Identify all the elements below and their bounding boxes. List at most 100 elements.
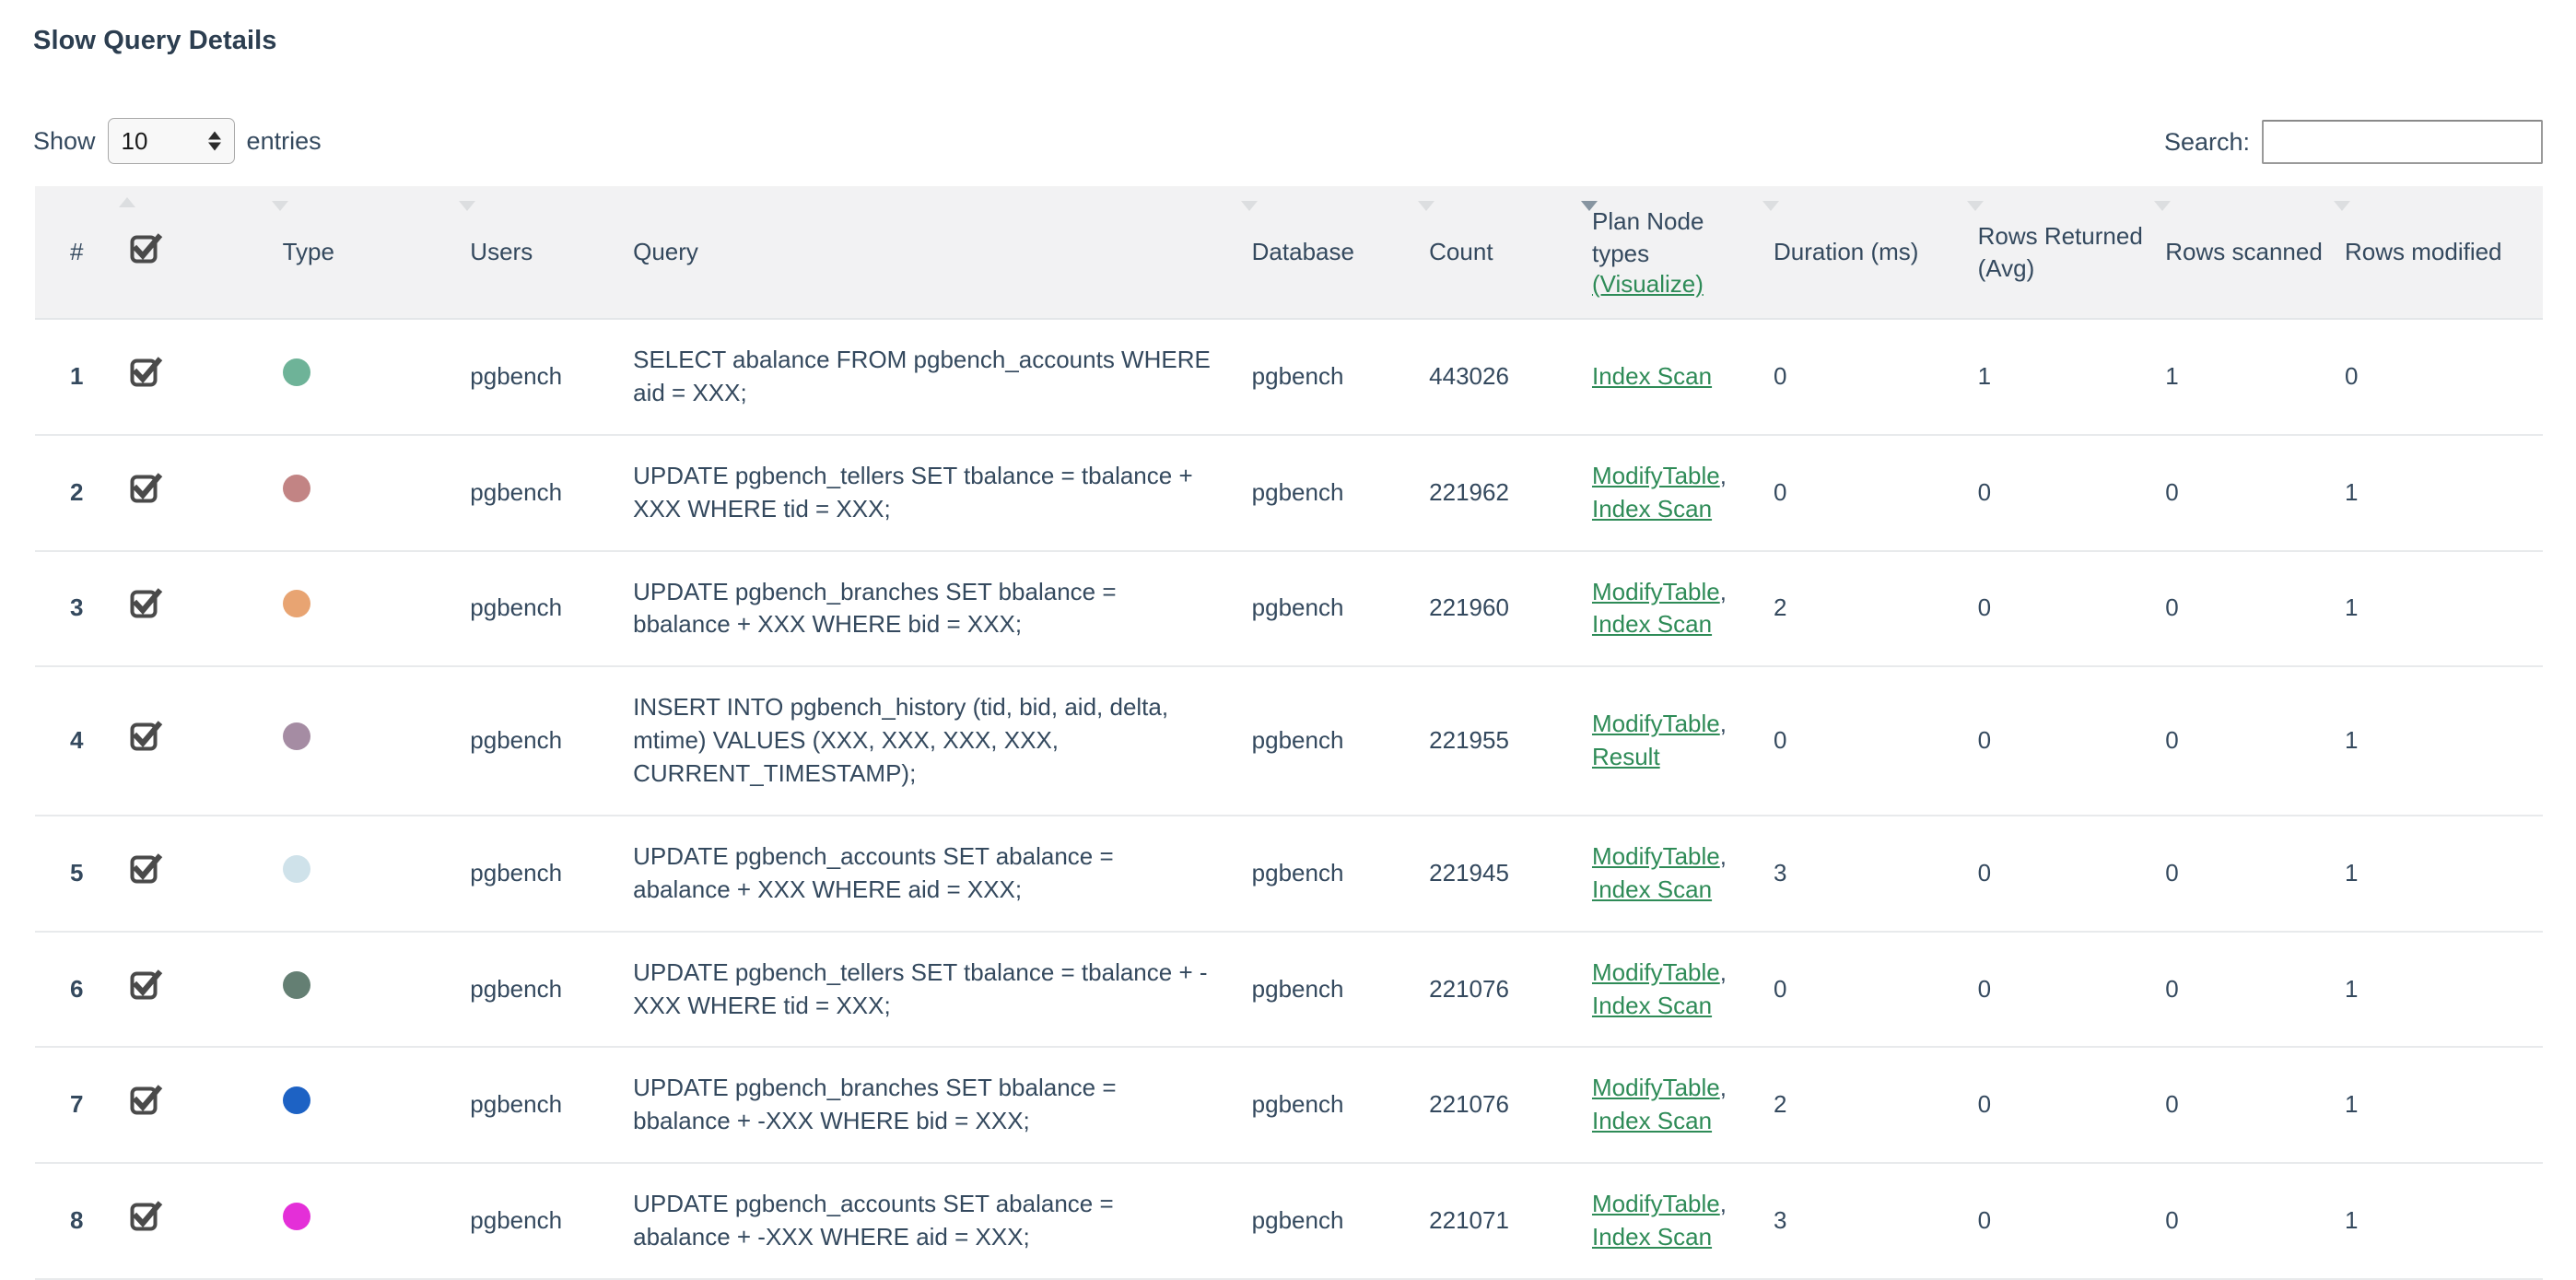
row-checkbox-cell[interactable] (129, 319, 283, 436)
row-users: pgbench (470, 434, 634, 552)
type-color-dot (282, 1203, 310, 1231)
check-square-icon[interactable] (130, 969, 163, 1002)
table-row[interactable]: 8 pgbench UPDATE pgbench_accounts SET abal… (35, 1163, 2543, 1280)
row-checkbox-cell[interactable] (129, 666, 283, 816)
column-header-query[interactable]: Query (633, 186, 1252, 320)
row-count: 221955 (1429, 666, 1592, 816)
visualize-link[interactable]: (Visualize) (1592, 270, 1704, 299)
check-square-icon[interactable] (130, 356, 163, 389)
check-square-icon[interactable] (130, 232, 163, 265)
table-row[interactable]: 4 pgbench INSERT INTO pgbench_history (tid… (35, 666, 2543, 816)
row-plan-node-types[interactable]: ModifyTable, Index Scan (1591, 1047, 1774, 1165)
column-header-plan-node-types[interactable]: Plan Node types (Visualize) (1580, 186, 1774, 320)
table-row[interactable]: 6 pgbench UPDATE pgbench_tellers SET tbala… (35, 931, 2543, 1049)
row-plan-node-types[interactable]: ModifyTable, Index Scan (1591, 434, 1774, 552)
row-duration: 3 (1773, 1163, 1978, 1280)
row-plan-node-types[interactable]: ModifyTable, Index Scan (1591, 815, 1774, 933)
plan-node-link[interactable]: ModifyTable (1592, 462, 1720, 489)
row-users: pgbench (470, 550, 634, 668)
column-header-rows-scanned[interactable]: Rows scanned (2154, 186, 2345, 320)
row-users: pgbench (470, 666, 634, 816)
row-duration: 3 (1773, 815, 1978, 933)
row-checkbox-cell[interactable] (129, 550, 283, 668)
column-header-database[interactable]: Database (1240, 186, 1430, 320)
row-checkbox-cell[interactable] (129, 1163, 283, 1280)
page-length-select[interactable]: 10 (107, 118, 235, 164)
table-row[interactable]: 3 pgbench UPDATE pgbench_branches SET bbal… (35, 550, 2543, 668)
type-color-dot (282, 854, 310, 883)
plan-node-link[interactable]: Index Scan (1592, 495, 1712, 523)
plan-node-link[interactable]: ModifyTable (1592, 1190, 1720, 1217)
check-square-icon[interactable] (130, 720, 163, 753)
plan-node-link[interactable]: ModifyTable (1592, 710, 1720, 737)
column-header-index[interactable]: # (35, 186, 130, 320)
row-rows-returned: 0 (1977, 1047, 2166, 1165)
row-count: 221076 (1429, 931, 1592, 1049)
row-duration: 0 (1773, 931, 1978, 1049)
column-header-rows-modified[interactable]: Rows modified (2334, 186, 2543, 320)
column-header-count[interactable]: Count (1418, 186, 1592, 320)
row-checkbox-cell[interactable] (129, 434, 283, 552)
row-count: 221945 (1429, 815, 1592, 933)
plan-node-link[interactable]: Index Scan (1592, 610, 1712, 638)
plan-node-link[interactable]: ModifyTable (1592, 958, 1720, 986)
table-row[interactable]: 5 pgbench UPDATE pgbench_accounts SET abal… (35, 815, 2543, 933)
row-checkbox-cell[interactable] (129, 815, 283, 933)
table-row[interactable]: 2 pgbench UPDATE pgbench_tellers SET tbala… (35, 434, 2543, 552)
column-header-type[interactable]: Type (271, 186, 471, 320)
table-row[interactable]: 1 pgbench SELECT abalance FROM pgbench_acc… (35, 319, 2543, 436)
row-query: UPDATE pgbench_tellers SET tbalance = tb… (633, 931, 1252, 1049)
column-header-duration[interactable]: Duration (ms) (1762, 186, 1978, 320)
row-rows-scanned: 0 (2165, 931, 2345, 1049)
type-color-dot (282, 722, 310, 751)
row-rows-modified: 1 (2345, 931, 2543, 1049)
row-rows-scanned: 0 (2165, 1163, 2345, 1280)
check-square-icon[interactable] (130, 1084, 163, 1117)
row-count: 221960 (1429, 550, 1592, 668)
check-square-icon[interactable] (130, 852, 163, 886)
sort-desc-icon (1240, 201, 1258, 211)
column-label-plan-node-types: Plan Node types (1591, 207, 1704, 267)
check-square-icon[interactable] (130, 1200, 163, 1233)
row-plan-node-types[interactable]: ModifyTable, Index Scan (1591, 931, 1774, 1049)
column-header-select-all[interactable] (118, 186, 283, 320)
row-query: SELECT abalance FROM pgbench_accounts WH… (633, 319, 1252, 436)
row-rows-scanned: 0 (2165, 550, 2345, 668)
table-row[interactable]: 7 pgbench UPDATE pgbench_branches SET bbal… (35, 1047, 2543, 1165)
plan-node-link[interactable]: ModifyTable (1592, 578, 1720, 605)
plan-node-link[interactable]: ModifyTable (1592, 1074, 1720, 1101)
plan-node-link[interactable]: ModifyTable (1592, 842, 1720, 870)
check-square-icon[interactable] (130, 587, 163, 620)
search-input[interactable] (2262, 120, 2543, 164)
row-query: UPDATE pgbench_branches SET bbalance = b… (633, 550, 1252, 668)
row-plan-node-types[interactable]: ModifyTable, Index Scan (1591, 1163, 1774, 1280)
column-header-rows-returned[interactable]: Rows Returned (Avg) (1966, 186, 2166, 320)
sort-active-desc-icon (1580, 201, 1598, 211)
plan-node-link[interactable]: Index Scan (1592, 362, 1712, 390)
row-users: pgbench (470, 1047, 634, 1165)
row-rows-modified: 1 (2345, 815, 2543, 933)
sort-desc-icon (459, 201, 476, 211)
spinner-icon[interactable] (207, 131, 221, 151)
table-body: 1 pgbench SELECT abalance FROM pgbench_acc… (35, 319, 2543, 1280)
row-plan-node-types[interactable]: ModifyTable, Index Scan (1591, 550, 1774, 668)
row-rows-returned: 0 (1977, 550, 2166, 668)
plan-node-link[interactable]: Index Scan (1592, 992, 1712, 1019)
row-count: 221076 (1429, 1047, 1592, 1165)
row-rows-scanned: 0 (2165, 434, 2345, 552)
plan-node-link[interactable]: Index Scan (1592, 1223, 1712, 1251)
plan-node-link[interactable]: Index Scan (1592, 1107, 1712, 1134)
row-database: pgbench (1251, 1047, 1430, 1165)
row-checkbox-cell[interactable] (129, 1047, 283, 1165)
check-square-icon[interactable] (130, 472, 163, 505)
row-duration: 0 (1773, 319, 1978, 436)
row-rows-scanned: 0 (2165, 1047, 2345, 1165)
row-rows-returned: 1 (1977, 319, 2166, 436)
row-checkbox-cell[interactable] (129, 931, 283, 1049)
plan-node-link[interactable]: Result (1592, 743, 1660, 770)
plan-node-link[interactable]: Index Scan (1592, 875, 1712, 903)
row-plan-node-types[interactable]: ModifyTable, Result (1591, 666, 1774, 816)
column-header-users[interactable]: Users (459, 186, 634, 320)
row-plan-node-types[interactable]: Index Scan (1591, 319, 1774, 436)
type-color-dot (282, 358, 310, 386)
